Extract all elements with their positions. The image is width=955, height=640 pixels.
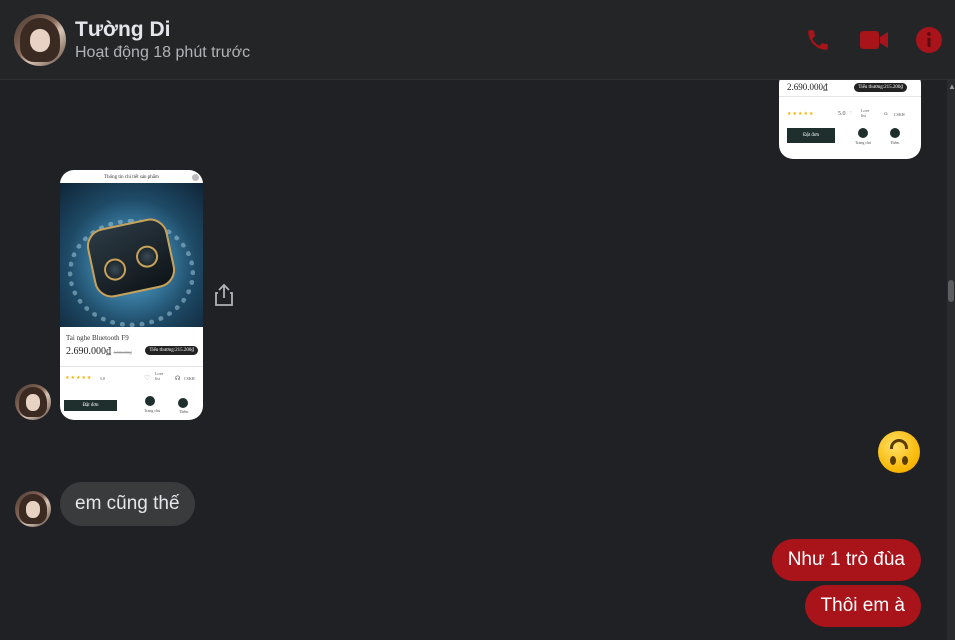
info-icon[interactable] bbox=[913, 24, 945, 56]
headset-icon[interactable]: ☊ bbox=[175, 375, 180, 382]
product-badge: Tiểu thương:215.200₫ bbox=[145, 346, 198, 355]
message-list[interactable]: 2.690.000₫ Tiểu thương:215.200₫ ★★★★★ 5.… bbox=[0, 80, 947, 640]
love-list-label: Love list bbox=[155, 371, 164, 381]
top-card-price: 2.690.000₫ bbox=[787, 82, 828, 92]
shared-product-card-top[interactable]: 2.690.000₫ Tiểu thương:215.200₫ ★★★★★ 5.… bbox=[779, 80, 921, 159]
store-label: Trang chủ bbox=[855, 140, 872, 145]
order-button[interactable]: Đặt đơn bbox=[64, 400, 117, 411]
chat-header: Tường Di Hoạt động 18 phút trước bbox=[0, 0, 955, 80]
contact-name[interactable]: Tường Di bbox=[75, 18, 170, 42]
upside-down-face-emoji[interactable] bbox=[878, 431, 920, 473]
heart-icon[interactable]: ♡ bbox=[849, 110, 853, 115]
more-icon[interactable] bbox=[890, 128, 900, 138]
store-icon[interactable] bbox=[858, 128, 868, 138]
contact-avatar[interactable] bbox=[14, 14, 66, 66]
headset-icon[interactable]: ☊ bbox=[884, 111, 888, 116]
store-icon[interactable] bbox=[145, 396, 155, 406]
emoji-mouth bbox=[890, 439, 908, 449]
outgoing-message[interactable]: Thôi em à bbox=[804, 585, 921, 627]
emoji-eye bbox=[902, 456, 908, 465]
product-name: Tai nghe Bluetooth F9 bbox=[66, 334, 129, 342]
earbud-right bbox=[134, 243, 161, 270]
more-label: Thêm bbox=[179, 409, 189, 414]
avatar-face bbox=[25, 394, 41, 411]
product-old-price: 3.500.000₫ bbox=[113, 350, 132, 355]
scrollbar[interactable] bbox=[947, 80, 955, 640]
rating-stars: ★★★★★ bbox=[65, 375, 93, 381]
store-label: Trang chủ bbox=[144, 408, 161, 413]
incoming-message[interactable]: em cũng thế bbox=[60, 482, 195, 526]
product-price-value: 2.690.000₫ bbox=[66, 346, 112, 357]
top-card-rating: 5.0 bbox=[838, 111, 846, 117]
divider bbox=[779, 96, 921, 97]
scrollbar-thumb[interactable] bbox=[948, 280, 954, 302]
order-button[interactable]: Đặt đơn bbox=[787, 128, 835, 143]
more-label: Thêm bbox=[890, 140, 900, 145]
divider bbox=[60, 366, 203, 367]
scroll-up-arrow[interactable]: ▲ bbox=[948, 82, 955, 92]
love-list-label: Love list bbox=[861, 108, 870, 118]
shared-product-card[interactable]: Thông tin chi tiết sản phẩm Tai nghe Blu… bbox=[60, 170, 203, 420]
more-icon[interactable] bbox=[178, 398, 188, 408]
phone-icon[interactable] bbox=[802, 24, 834, 56]
share-icon[interactable] bbox=[214, 283, 234, 307]
emoji-eye bbox=[890, 456, 896, 465]
cskh-label: CSKH bbox=[894, 112, 905, 117]
avatar-face bbox=[25, 501, 41, 518]
product-price: 2.690.000₫ 3.500.000₫ bbox=[66, 346, 132, 357]
sender-avatar[interactable] bbox=[15, 384, 51, 420]
outgoing-message[interactable]: Như 1 trò đùa bbox=[771, 539, 921, 581]
earbud-left bbox=[102, 256, 129, 283]
sender-avatar[interactable] bbox=[15, 491, 51, 527]
product-rating: 5.0 bbox=[100, 376, 105, 381]
contact-status: Hoạt động 18 phút trước bbox=[75, 44, 251, 61]
cskh-label: CSKH bbox=[184, 376, 195, 381]
card-title-bar: Thông tin chi tiết sản phẩm bbox=[104, 175, 159, 180]
product-image[interactable] bbox=[60, 183, 203, 327]
heart-icon[interactable]: ♡ bbox=[144, 374, 150, 382]
close-icon[interactable] bbox=[192, 174, 199, 181]
top-card-badge: Tiểu thương:215.200₫ bbox=[854, 83, 907, 92]
rating-stars: ★★★★★ bbox=[787, 111, 815, 117]
video-call-icon[interactable] bbox=[858, 24, 890, 56]
